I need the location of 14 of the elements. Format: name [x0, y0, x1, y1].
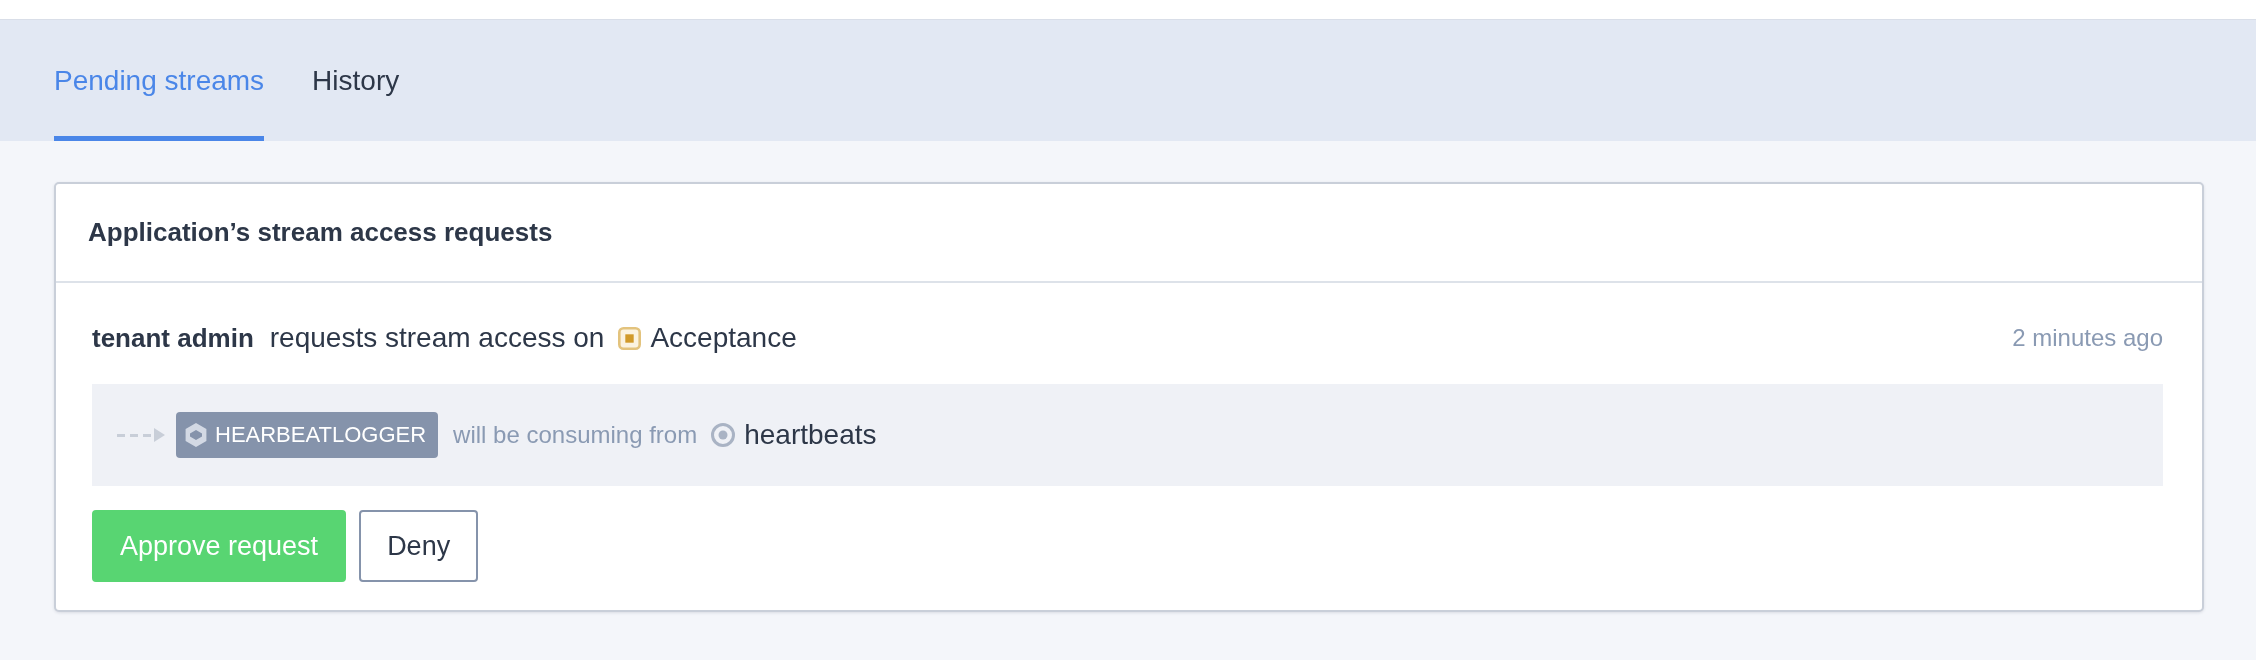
requester-name: tenant admin — [92, 322, 254, 354]
deny-button[interactable]: Deny — [359, 510, 479, 582]
request-description: requests stream access on — [269, 322, 605, 354]
card-title: Application’s stream access requests — [88, 217, 553, 248]
square-icon — [618, 326, 642, 350]
hexagon-icon — [185, 423, 207, 447]
relation-text: will be consuming from — [453, 421, 698, 449]
environment-name: Acceptance — [650, 322, 797, 354]
tab[interactable]: History — [312, 20, 400, 141]
target-icon — [711, 423, 736, 447]
stream-name: heartbeats — [744, 419, 877, 451]
request-time: 2 minutes ago — [2012, 324, 2163, 352]
application-name: HEARBEATLOGGER — [215, 422, 427, 448]
dashed-arrow-icon — [117, 428, 165, 442]
